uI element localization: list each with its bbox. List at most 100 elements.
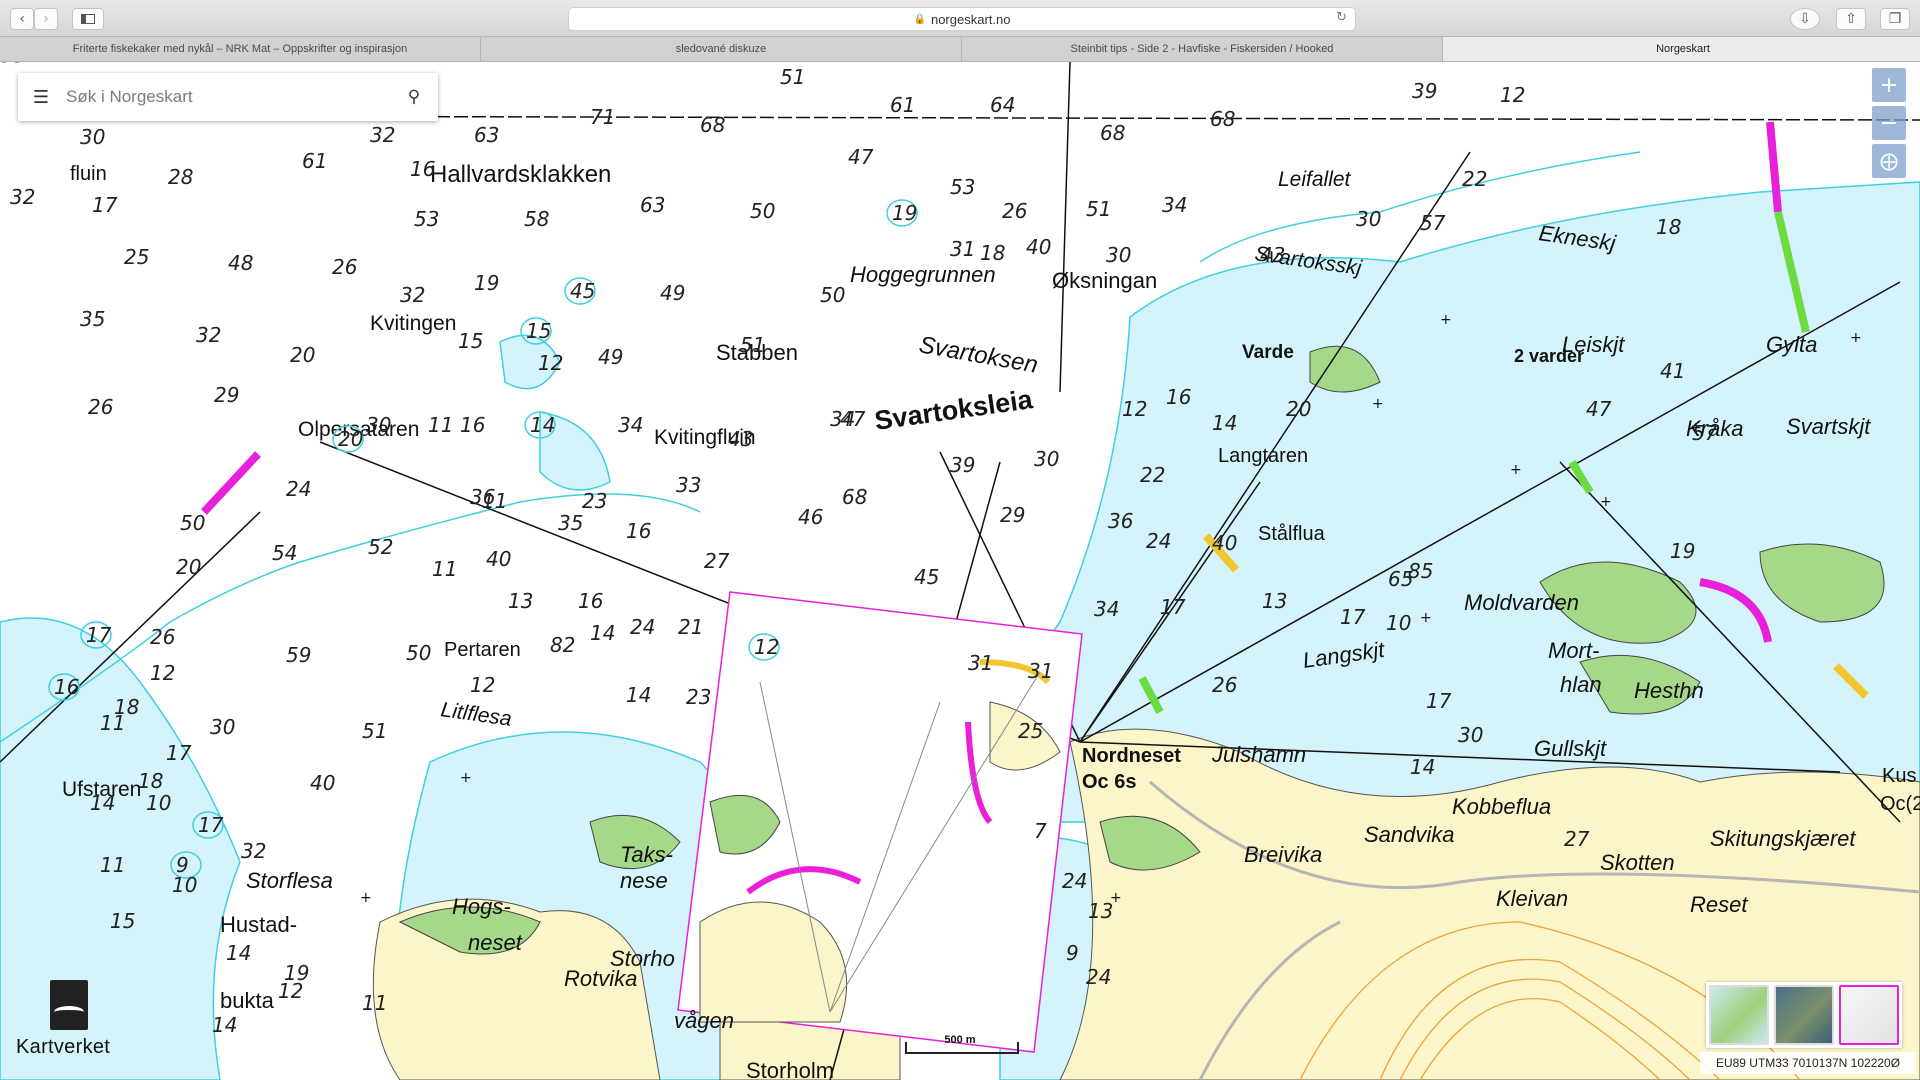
nautical-chart: + + + + + + + + + + Hallvardsklakkenflui… xyxy=(0,62,1920,1080)
depth-sounding: 24 xyxy=(1062,869,1087,893)
depth-sounding: 26 xyxy=(88,395,113,419)
tab-sledovane-diskuze[interactable]: sledované diskuze xyxy=(481,37,962,61)
depth-sounding: 30 xyxy=(1034,447,1059,471)
basemap-thumb-aerial[interactable] xyxy=(1773,985,1834,1045)
map-viewport[interactable]: + + + + + + + + + + Hallvardsklakken flui… xyxy=(0,62,1920,1080)
depth-sounding: 17 xyxy=(86,623,112,647)
depth-sounding: 16 xyxy=(460,413,485,437)
depth-sounding: 40 xyxy=(1026,235,1051,259)
reload-icon[interactable]: ↻ xyxy=(1336,10,1347,25)
depth-sounding: 35 xyxy=(558,511,583,535)
depth-sounding: 53 xyxy=(414,207,439,231)
tab-norgeskart[interactable]: Norgeskart xyxy=(1443,37,1920,61)
depth-sounding: 31 xyxy=(1028,659,1053,683)
map-label: Langtaren xyxy=(1218,445,1308,467)
rock-symbol: + xyxy=(1600,494,1612,510)
basemap-thumb-chart[interactable] xyxy=(1839,985,1900,1045)
sidebar-toggle-button[interactable] xyxy=(72,8,104,30)
depth-sounding: 12 xyxy=(150,661,175,685)
depth-sounding: 32 xyxy=(400,283,425,307)
depth-sounding: 20 xyxy=(176,555,201,579)
depth-sounding: 11 xyxy=(428,413,453,437)
map-label: Rotvika xyxy=(564,966,637,991)
depth-sounding: 65 xyxy=(1388,567,1413,591)
depth-sounding: 45 xyxy=(570,279,595,303)
map-label: hlan xyxy=(1560,672,1602,697)
map-label: Skitungskjæret xyxy=(1710,826,1856,851)
url-text: norgeskart.no xyxy=(930,11,1011,27)
depth-sounding: 17 xyxy=(1160,595,1186,619)
tabs-overview-button[interactable]: ❐ xyxy=(1880,8,1910,30)
depth-sounding: 34 xyxy=(618,413,643,437)
depth-sounding: 16 xyxy=(410,157,435,181)
depth-sounding: 29 xyxy=(214,383,239,407)
menu-icon[interactable]: ☰ xyxy=(18,87,64,108)
depth-sounding: 33 xyxy=(676,473,701,497)
depth-sounding: 19 xyxy=(892,201,917,225)
depth-sounding: 68 xyxy=(1210,107,1235,131)
map-label: neset xyxy=(468,930,523,955)
depth-sounding: 10 xyxy=(146,791,171,815)
depth-sounding: 25 xyxy=(124,245,149,269)
depth-sounding: 39 xyxy=(1412,79,1437,103)
tab-nrk-mat[interactable]: Friterte fiskekaker med nykål – NRK Mat … xyxy=(0,37,481,61)
depth-sounding: 46 xyxy=(798,505,823,529)
rock-symbol: + xyxy=(360,890,372,906)
map-label: Taks- xyxy=(620,842,673,867)
depth-sounding: 41 xyxy=(1660,359,1685,383)
lock-icon: 🔒 xyxy=(913,13,926,25)
depth-sounding: 50 xyxy=(406,641,431,665)
depth-sounding: 48 xyxy=(228,251,253,275)
depth-sounding: 30 xyxy=(80,125,105,149)
depth-sounding: 26 xyxy=(332,255,357,279)
forward-button[interactable]: › xyxy=(34,8,58,30)
kartverket-logo[interactable]: Kartverket xyxy=(16,980,126,1070)
depth-sounding: 30 xyxy=(366,413,391,437)
depth-sounding: 49 xyxy=(598,345,623,369)
rock-symbol: + xyxy=(460,770,472,786)
zoom-out-button[interactable]: − xyxy=(1872,106,1906,140)
depth-sounding: 51 xyxy=(740,333,765,357)
map-label: Leiskjt xyxy=(1562,332,1625,357)
map-label: Litlflesa xyxy=(439,698,513,731)
back-button[interactable]: ‹ xyxy=(10,8,34,30)
downloads-button[interactable]: ⇩ xyxy=(1790,8,1820,30)
depth-sounding: 43 xyxy=(728,427,753,451)
depth-sounding: 27 xyxy=(1564,827,1590,851)
depth-sounding: 14 xyxy=(530,413,555,437)
map-label: Leifallet xyxy=(1278,168,1352,191)
rock-symbol: + xyxy=(1510,462,1522,478)
depth-sounding: 30 xyxy=(1356,207,1381,231)
depth-sounding: 34 xyxy=(1094,597,1119,621)
address-bar[interactable]: 🔒 norgeskart.no ↻ xyxy=(568,7,1356,31)
depth-sounding: 82 xyxy=(550,633,575,657)
basemap-thumb-topo[interactable] xyxy=(1708,985,1769,1045)
depth-sounding: 10 xyxy=(172,873,197,897)
map-label: Gylta xyxy=(1766,332,1817,357)
map-label: Skotten xyxy=(1600,850,1675,875)
sidebar-icon xyxy=(81,14,95,24)
depth-sounding: 13 xyxy=(1262,589,1287,613)
depth-sounding: 14 xyxy=(1410,755,1435,779)
tab-steinbit-tips[interactable]: Steinbit tips - Side 2 - Havfiske - Fisk… xyxy=(962,37,1443,61)
depth-sounding: 13 xyxy=(1088,899,1113,923)
depth-sounding: 12 xyxy=(538,351,563,375)
map-label: Mort- xyxy=(1548,638,1599,663)
depth-sounding: 64 xyxy=(990,93,1015,117)
map-label: Kvitingen xyxy=(370,312,456,335)
search-icon[interactable]: ⚲ xyxy=(390,87,438,107)
depth-sounding: 68 xyxy=(1100,121,1125,145)
locate-button[interactable]: ⨁ xyxy=(1872,144,1906,178)
depth-sounding: 31 xyxy=(950,237,975,261)
map-label: Moldvarden xyxy=(1464,590,1579,615)
depth-sounding: 24 xyxy=(286,477,311,501)
search-input[interactable] xyxy=(64,86,390,108)
depth-sounding: 16 xyxy=(54,675,79,699)
zoom-in-button[interactable]: + xyxy=(1872,68,1906,102)
rock-symbol: + xyxy=(1372,396,1384,412)
depth-sounding: 30 xyxy=(1106,243,1131,267)
depth-sounding: 20 xyxy=(1286,397,1311,421)
depth-sounding: 9 xyxy=(1066,941,1079,965)
zoom-out-icon: − xyxy=(1879,110,1899,136)
share-button[interactable]: ⇧ xyxy=(1836,8,1866,30)
